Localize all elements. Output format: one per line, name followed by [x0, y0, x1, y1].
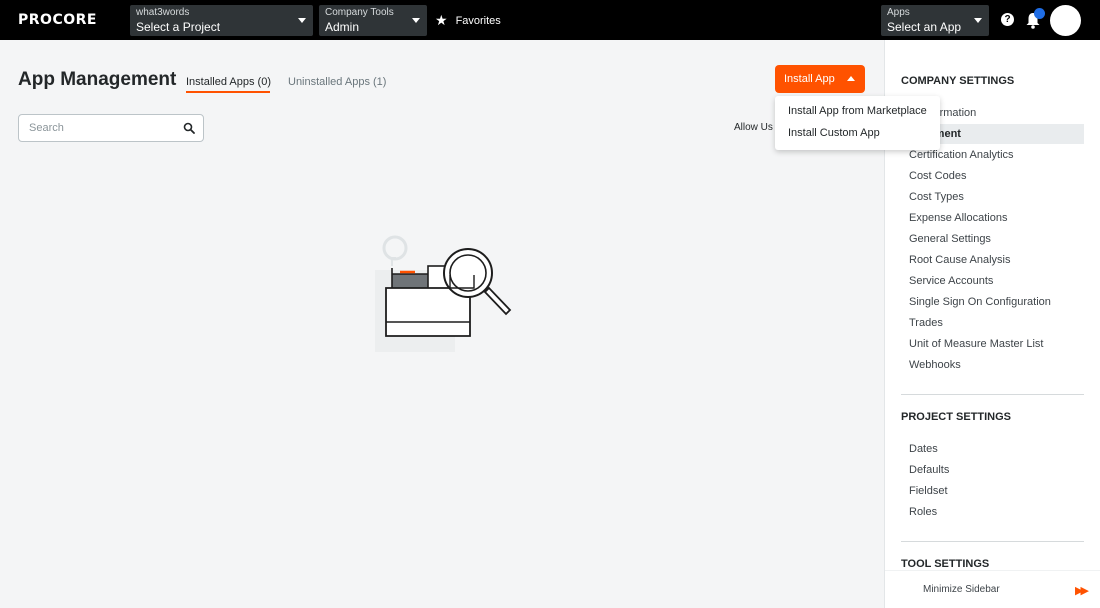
star-icon: ★ — [435, 12, 448, 28]
procore-logo[interactable]: PROCORE — [18, 12, 97, 28]
tool-selector-label: Company Tools — [325, 7, 394, 18]
caret-down-icon — [298, 18, 306, 23]
tool-selector-value: Admin — [325, 20, 360, 34]
page-title: App Management — [18, 69, 177, 90]
sidebar-divider — [901, 541, 1084, 542]
install-app-menu: Install App from Marketplace Install Cus… — [775, 96, 940, 150]
sidebar-item-cost-types[interactable]: Cost Types — [909, 191, 964, 203]
sidebar-divider — [901, 394, 1084, 395]
apps-selector[interactable]: Apps Select an App — [881, 5, 989, 36]
sidebar-item-cost-codes[interactable]: Cost Codes — [909, 170, 966, 182]
sidebar-item-unit-of-measure[interactable]: Unit of Measure Master List — [909, 338, 1044, 350]
sidebar-item-dates[interactable]: Dates — [909, 443, 938, 455]
top-navigation: PROCORE what3words Select a Project Comp… — [0, 0, 1100, 40]
notification-badge — [1034, 8, 1045, 19]
caret-up-icon — [847, 76, 855, 81]
menu-item-install-from-marketplace[interactable]: Install App from Marketplace — [788, 105, 927, 117]
favorites-button[interactable]: ★ Favorites — [435, 12, 501, 29]
sidebar-item-fieldset[interactable]: Fieldset — [909, 485, 948, 497]
minimize-sidebar-bar[interactable]: Minimize Sidebar ▶▶ — [885, 570, 1100, 608]
install-app-label: Install App — [784, 73, 835, 85]
search-icon[interactable] — [183, 122, 195, 134]
caret-down-icon — [974, 18, 982, 23]
tab-uninstalled-apps[interactable]: Uninstalled Apps (1) — [288, 76, 386, 88]
minimize-sidebar-label: Minimize Sidebar — [923, 584, 1000, 595]
sidebar-item-expense-allocations[interactable]: Expense Allocations — [909, 212, 1007, 224]
apps-selector-label: Apps — [887, 7, 910, 18]
sidebar-item-trades[interactable]: Trades — [909, 317, 943, 329]
help-icon[interactable]: ? — [1001, 13, 1014, 26]
tool-selector[interactable]: Company Tools Admin — [319, 5, 427, 36]
install-app-button[interactable]: Install App — [775, 65, 865, 93]
sidebar-item-defaults[interactable]: Defaults — [909, 464, 949, 476]
menu-item-install-custom-app[interactable]: Install Custom App — [788, 127, 880, 139]
avatar[interactable] — [1050, 5, 1081, 36]
sidebar-item-root-cause-analysis[interactable]: Root Cause Analysis — [909, 254, 1011, 266]
tool-settings-heading: TOOL SETTINGS — [901, 558, 990, 570]
active-tab-indicator — [186, 91, 270, 93]
empty-folder-search-illustration — [375, 235, 512, 352]
allow-users-toggle-label[interactable]: Allow Us — [734, 122, 773, 133]
favorites-label: Favorites — [455, 14, 501, 27]
apps-selector-value: Select an App — [887, 20, 962, 34]
caret-down-icon — [412, 18, 420, 23]
sidebar-item-single-sign-on[interactable]: Single Sign On Configuration — [909, 296, 1051, 308]
sidebar-item-service-accounts[interactable]: Service Accounts — [909, 275, 993, 287]
project-settings-heading: PROJECT SETTINGS — [901, 411, 1012, 423]
sidebar-item-general-settings[interactable]: General Settings — [909, 233, 991, 245]
double-chevron-right-icon[interactable]: ▶▶ — [1075, 584, 1089, 597]
sidebar-item-roles[interactable]: Roles — [909, 506, 937, 518]
sidebar-item-certification-analytics[interactable]: Certification Analytics — [909, 149, 1014, 161]
company-settings-heading: COMPANY SETTINGS — [901, 75, 1015, 87]
search-input[interactable] — [19, 115, 179, 141]
project-selector-company: what3words — [136, 7, 190, 18]
tab-installed-apps[interactable]: Installed Apps (0) — [186, 76, 271, 88]
project-selector-value: Select a Project — [136, 20, 221, 34]
sidebar-item-webhooks[interactable]: Webhooks — [909, 359, 961, 371]
search-box — [18, 114, 204, 142]
project-selector[interactable]: what3words Select a Project — [130, 5, 313, 36]
